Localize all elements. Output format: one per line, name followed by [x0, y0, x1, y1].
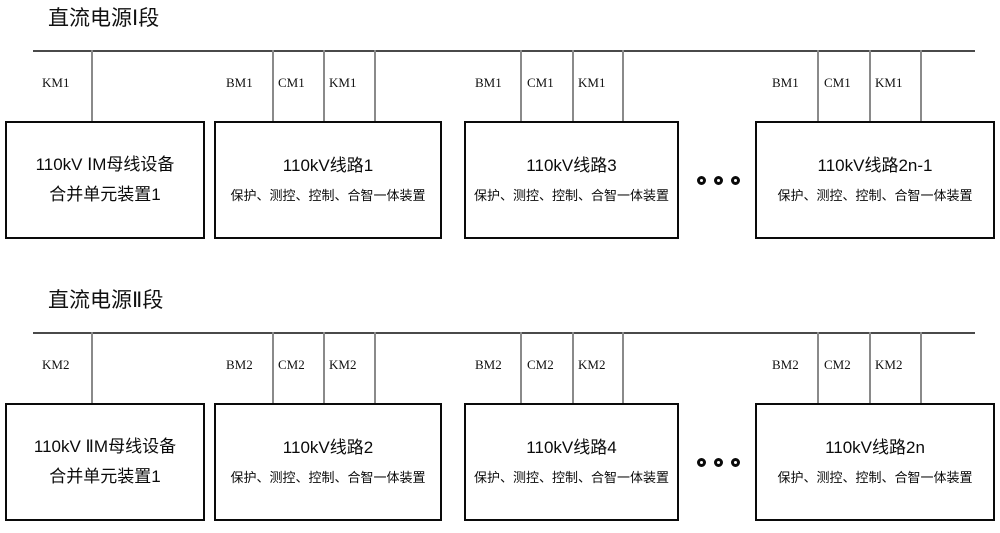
- drop-line-line-2n-minus-1-cm1: [869, 50, 871, 121]
- branch-label-line-4-cm2: CM2: [527, 357, 554, 372]
- branch-label-line-4-bm2: BM2: [475, 357, 502, 372]
- drop-line-line-1-km1: [374, 50, 376, 121]
- branch-label-line-3-km1: KM1: [578, 75, 606, 90]
- device-box-title-line-4: 110kV线路4: [526, 438, 617, 458]
- branch-label-line-1-cm1: CM1: [278, 75, 305, 90]
- branch-label-merging-unit-2-km2: KM2: [42, 357, 70, 372]
- drop-line-line-2-bm2: [272, 332, 274, 403]
- device-box-line-2[interactable]: 110kV线路2 保护、测控、控制、合智一体装置: [214, 403, 442, 521]
- drop-line-line-3-bm1: [520, 50, 522, 121]
- branch-label-line-2n-km2: KM2: [875, 357, 903, 372]
- branch-label-line-2-km2: KM2: [329, 357, 357, 372]
- device-box-subtitle-line-1: 保护、测控、控制、合智一体装置: [230, 188, 426, 204]
- drop-line-line-2n-cm2: [869, 332, 871, 403]
- device-box-title-line-2n-minus-1: 110kV线路2n-1: [817, 156, 933, 176]
- device-box-title-merging-unit-2: 110kV ⅡM母线设备: [33, 436, 177, 456]
- drop-line-line-2n-minus-1-bm1: [817, 50, 819, 121]
- drop-line-line-4-km2: [622, 332, 624, 403]
- drop-line-line-4-cm2: [572, 332, 574, 403]
- device-box-subtitle-line-2: 保护、测控、控制、合智一体装置: [230, 470, 426, 486]
- device-box-title-line-2n: 110kV线路2n: [825, 438, 925, 458]
- device-box-subtitle-line-2n: 保护、测控、控制、合智一体装置: [777, 470, 973, 486]
- device-box-title-line-1: 110kV线路1: [282, 156, 374, 176]
- ellipsis-continuation-section-2: [697, 458, 740, 467]
- drop-line-line-3-km1: [622, 50, 624, 121]
- device-box-line-3[interactable]: 110kV线路3 保护、测控、控制、合智一体装置: [464, 121, 679, 239]
- drop-line-line-2-km2: [374, 332, 376, 403]
- dc-power-distribution-diagram: 直流电源Ⅰ段 KM1 110kV ⅠM母线设备 合并单元装置1 BM1 CM1 …: [0, 0, 1000, 533]
- ellipsis-continuation-section-1: [697, 176, 740, 185]
- drop-line-line-1-cm1: [323, 50, 325, 121]
- branch-label-merging-unit-1-km1: KM1: [42, 75, 70, 90]
- drop-line-merging-unit-1-km1: [91, 50, 93, 122]
- ellipsis-dot: [697, 176, 706, 185]
- branch-label-line-1-bm1: BM1: [226, 75, 253, 90]
- branch-label-line-3-cm1: CM1: [527, 75, 554, 90]
- device-box-subtitle-line-4: 保护、测控、控制、合智一体装置: [473, 470, 669, 486]
- drop-line-merging-unit-2-km2: [91, 332, 93, 403]
- dc-bus-line-section-2: [33, 332, 975, 334]
- drop-line-line-2n-km2: [920, 332, 922, 403]
- drop-line-line-3-cm1: [572, 50, 574, 121]
- branch-label-line-3-bm1: BM1: [475, 75, 502, 90]
- branch-label-line-2-cm2: CM2: [278, 357, 305, 372]
- branch-label-line-2n-bm2: BM2: [772, 357, 799, 372]
- branch-label-line-1-km1: KM1: [329, 75, 357, 90]
- section-title-dc-power-2: 直流电源Ⅱ段: [48, 289, 164, 312]
- device-box-line-1[interactable]: 110kV线路1 保护、测控、控制、合智一体装置: [214, 121, 442, 239]
- branch-label-line-2n-cm2: CM2: [824, 357, 851, 372]
- ellipsis-dot: [731, 458, 740, 467]
- ellipsis-dot: [714, 176, 723, 185]
- drop-line-line-1-bm1: [272, 50, 274, 121]
- drop-line-line-2-cm2: [323, 332, 325, 403]
- drop-line-line-2n-minus-1-km1: [920, 50, 922, 121]
- ellipsis-dot: [697, 458, 706, 467]
- device-box-line-2n-minus-1[interactable]: 110kV线路2n-1 保护、测控、控制、合智一体装置: [755, 121, 995, 239]
- device-box-title-line-2: 110kV线路2: [282, 438, 374, 458]
- section-title-dc-power-1: 直流电源Ⅰ段: [48, 7, 160, 30]
- ellipsis-dot: [731, 176, 740, 185]
- device-box-merging-unit-1[interactable]: 110kV ⅠM母线设备 合并单元装置1: [5, 121, 205, 239]
- drop-line-line-2n-bm2: [817, 332, 819, 403]
- device-box-subtitle-merging-unit-2: 合并单元装置1: [49, 466, 161, 486]
- device-box-title-line-3: 110kV线路3: [526, 156, 617, 176]
- device-box-subtitle-merging-unit-1: 合并单元装置1: [49, 184, 161, 204]
- device-box-merging-unit-2[interactable]: 110kV ⅡM母线设备 合并单元装置1: [5, 403, 205, 521]
- device-box-subtitle-line-3: 保护、测控、控制、合智一体装置: [473, 188, 669, 204]
- ellipsis-dot: [714, 458, 723, 467]
- drop-line-line-4-bm2: [520, 332, 522, 403]
- device-box-title-merging-unit-1: 110kV ⅠM母线设备: [35, 154, 175, 174]
- branch-label-line-2n-minus-1-cm1: CM1: [824, 75, 851, 90]
- device-box-line-2n[interactable]: 110kV线路2n 保护、测控、控制、合智一体装置: [755, 403, 995, 521]
- branch-label-line-2n-minus-1-km1: KM1: [875, 75, 903, 90]
- dc-bus-line-section-1: [33, 50, 975, 52]
- branch-label-line-4-km2: KM2: [578, 357, 606, 372]
- branch-label-line-2n-minus-1-bm1: BM1: [772, 75, 799, 90]
- device-box-line-4[interactable]: 110kV线路4 保护、测控、控制、合智一体装置: [464, 403, 679, 521]
- branch-label-line-2-bm2: BM2: [226, 357, 253, 372]
- device-box-subtitle-line-2n-minus-1: 保护、测控、控制、合智一体装置: [777, 188, 973, 204]
